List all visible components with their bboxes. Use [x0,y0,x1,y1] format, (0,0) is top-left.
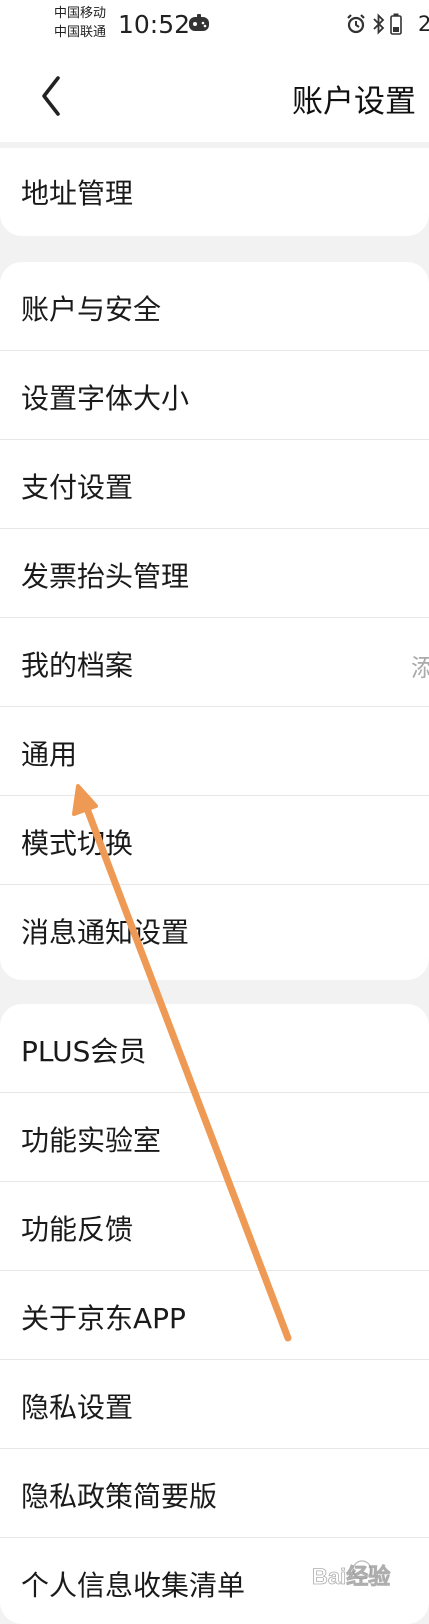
settings-section-2: 账户与安全 设置字体大小 支付设置 发票抬头管理 我的档案 添 通用 模式切换 … [0,262,429,980]
settings-row-general[interactable]: 通用 [0,707,429,796]
alarm-icon [347,14,365,34]
row-label: 关于京东APP [21,1302,186,1335]
row-label: 消息通知设置 [21,916,190,949]
watermark-logo: Bai经验 [312,1560,391,1589]
page-title: 账户设置 [292,84,416,120]
settings-row-privacy[interactable]: 隐私设置 [0,1360,429,1449]
row-label: 发票抬头管理 [21,560,190,593]
chevron-left-icon[interactable] [30,72,70,120]
settings-row-plus-member[interactable]: PLUS会员 [0,1004,429,1093]
battery-icon [390,13,402,35]
row-value: 添 [411,654,429,682]
top-bar: 中国移动 中国联通 10:52 2 账户设置 [0,0,429,142]
status-bar: 中国移动 中国联通 10:52 2 [0,0,429,48]
row-label: PLUS会员 [21,1035,147,1068]
settings-section-1: 地址管理 [0,148,429,236]
row-label: 功能实验室 [21,1124,162,1157]
settings-row-about-app[interactable]: 关于京东APP [0,1271,429,1360]
bluetooth-icon [373,13,385,35]
settings-row-feedback[interactable]: 功能反馈 [0,1182,429,1271]
row-label: 个人信息收集清单 [21,1569,246,1602]
settings-row-privacy-policy-brief[interactable]: 隐私政策简要版 [0,1449,429,1538]
settings-section-3: PLUS会员 功能实验室 功能反馈 关于京东APP 隐私设置 隐私政策简要版 个… [0,1004,429,1624]
row-label: 模式切换 [21,827,134,860]
row-label: 隐私设置 [21,1391,134,1424]
settings-row-notifications[interactable]: 消息通知设置 [0,885,429,974]
settings-row-my-profile[interactable]: 我的档案 添 [0,618,429,707]
settings-row-payment[interactable]: 支付设置 [0,440,429,529]
settings-row-mode-switch[interactable]: 模式切换 [0,796,429,885]
game-controller-icon [189,14,209,31]
settings-row-feature-lab[interactable]: 功能实验室 [0,1093,429,1182]
settings-row-address[interactable]: 地址管理 [0,148,429,236]
battery-percent: 2 [418,12,429,36]
settings-row-font-size[interactable]: 设置字体大小 [0,351,429,440]
row-label: 支付设置 [21,471,134,504]
row-label: 通用 [21,738,78,771]
row-label: 我的档案 [21,649,134,682]
row-label: 设置字体大小 [21,382,190,415]
watermark-text: Bai经验 [312,1564,390,1589]
row-label: 地址管理 [21,177,134,210]
row-label: 功能反馈 [21,1213,134,1246]
row-label: 账户与安全 [21,293,162,326]
status-time: 10:52 [118,10,191,39]
settings-row-invoice-header[interactable]: 发票抬头管理 [0,529,429,618]
settings-row-account-security[interactable]: 账户与安全 [0,262,429,351]
carrier-labels: 中国移动 中国联通 [54,4,106,42]
header: 账户设置 [0,48,429,142]
carrier-1: 中国移动 [54,6,107,21]
carrier-2: 中国联通 [54,25,107,40]
row-label: 隐私政策简要版 [21,1480,218,1513]
